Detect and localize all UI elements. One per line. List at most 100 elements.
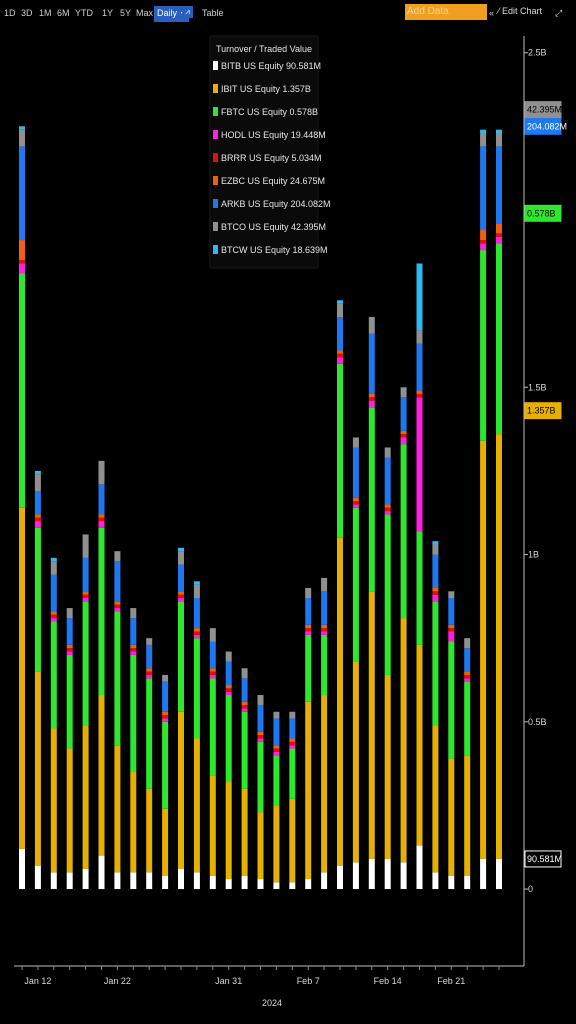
bar-segment <box>178 868 184 890</box>
bar-segment <box>416 845 423 890</box>
bar-segment <box>193 628 200 632</box>
x-tick-label: Feb 14 <box>374 976 402 986</box>
bar-segment <box>114 604 121 609</box>
bar-segment <box>114 551 121 562</box>
bar-segment <box>496 133 502 147</box>
bar-segment <box>400 434 407 438</box>
bar-segment <box>19 126 25 130</box>
bar-segment <box>178 591 184 595</box>
line-chart-icon[interactable]: ⩘ <box>182 6 193 18</box>
bar-segment <box>19 273 25 508</box>
bar-segment <box>480 858 487 890</box>
bar-segment <box>289 711 296 719</box>
bar-segment <box>432 544 439 555</box>
bar-segment <box>337 357 343 364</box>
bar-segment <box>416 343 423 391</box>
bar-segment <box>50 614 57 619</box>
bar-segment <box>114 611 121 746</box>
range-1d-button[interactable]: 1D <box>4 6 16 20</box>
bar-segment <box>321 631 328 635</box>
bar-segment <box>162 674 169 682</box>
bar-segment <box>146 872 153 890</box>
range-ytd-button[interactable]: YTD <box>75 6 93 20</box>
bar-segment <box>34 517 41 522</box>
bar-segment <box>114 745 121 873</box>
bar-segment <box>209 678 216 776</box>
bar-segment <box>321 591 328 625</box>
bar-segment <box>19 263 25 274</box>
legend-entry: IBIT US Equity 1.357B <box>221 84 311 94</box>
bar-segment <box>352 497 359 501</box>
bar-segment <box>352 862 359 890</box>
expand-arrow-icon[interactable]: ⤢ <box>555 6 562 20</box>
bar-segment <box>98 460 105 485</box>
bar-segment <box>130 608 137 619</box>
bar-segment <box>464 875 471 890</box>
bar-segment <box>480 243 487 251</box>
range-max-button[interactable]: Max <box>136 6 153 20</box>
bar-segment <box>178 547 184 552</box>
bar-segment <box>66 608 73 619</box>
bar-segment <box>209 668 216 672</box>
bar-segment <box>496 236 502 244</box>
value-tag-label: 42.395M <box>527 105 562 115</box>
bar-segment <box>82 601 89 726</box>
bar-segment <box>432 872 439 890</box>
bar-segment <box>146 644 153 669</box>
bar-segment <box>162 715 169 719</box>
edit-chart-label: Edit Chart <box>502 6 543 16</box>
bar-segment <box>384 447 391 458</box>
add-data-input[interactable]: Add Data <box>405 4 487 20</box>
bar-segment <box>289 745 296 749</box>
edit-chart-button[interactable]: ⁄ Edit Chart <box>498 6 542 16</box>
bar-segment <box>50 621 57 729</box>
bar-segment <box>448 875 455 890</box>
bar-segment <box>305 634 312 702</box>
bar-segment <box>241 875 248 890</box>
bar-segment <box>130 648 137 652</box>
bar-segment <box>257 731 264 736</box>
bar-segment <box>305 587 312 599</box>
bar-segment <box>368 858 375 890</box>
bar-segment <box>273 748 280 752</box>
bar-segment <box>114 872 121 890</box>
bar-segment <box>432 725 439 873</box>
bar-segment <box>66 648 73 652</box>
bar-segment <box>289 748 296 799</box>
bar-segment <box>273 805 280 883</box>
bar-segment <box>82 594 89 599</box>
bar-segment <box>178 564 184 592</box>
bar-segment <box>66 654 73 749</box>
bar-segment <box>257 695 264 706</box>
range-3d-button[interactable]: 3D <box>21 6 33 20</box>
y-tick-label: 1.5B <box>528 382 547 392</box>
bar-segment <box>209 775 216 876</box>
bar-segment <box>50 872 57 890</box>
double-chevron-left-icon[interactable]: « <box>489 6 494 20</box>
bar-segment <box>448 598 455 625</box>
bar-segment <box>273 882 280 890</box>
bar-segment <box>257 812 264 880</box>
bar-segment <box>400 387 407 398</box>
range-6m-button[interactable]: 6M <box>57 6 70 20</box>
bar-segment <box>34 521 41 528</box>
range-5y-button[interactable]: 5Y <box>120 6 131 20</box>
bar-segment <box>273 711 280 719</box>
legend-swatch <box>213 107 218 116</box>
bar-segment <box>178 551 184 565</box>
bar-segment <box>416 644 423 846</box>
bar-segment <box>321 628 328 632</box>
bar-segment <box>209 671 216 675</box>
bar-segment <box>337 353 343 358</box>
range-1m-button[interactable]: 1M <box>39 6 52 20</box>
bar-segment <box>321 695 328 873</box>
range-1y-button[interactable]: 1Y <box>102 6 113 20</box>
x-tick-label: Feb 7 <box>297 976 320 986</box>
legend-entry: BRRR US Equity 5.034M <box>221 153 322 163</box>
bar-segment <box>50 728 57 873</box>
bar-segment <box>50 561 57 575</box>
legend-swatch <box>213 61 218 70</box>
table-button[interactable]: Table <box>202 6 224 20</box>
bar-segment <box>193 631 200 635</box>
legend-swatch <box>213 84 218 93</box>
